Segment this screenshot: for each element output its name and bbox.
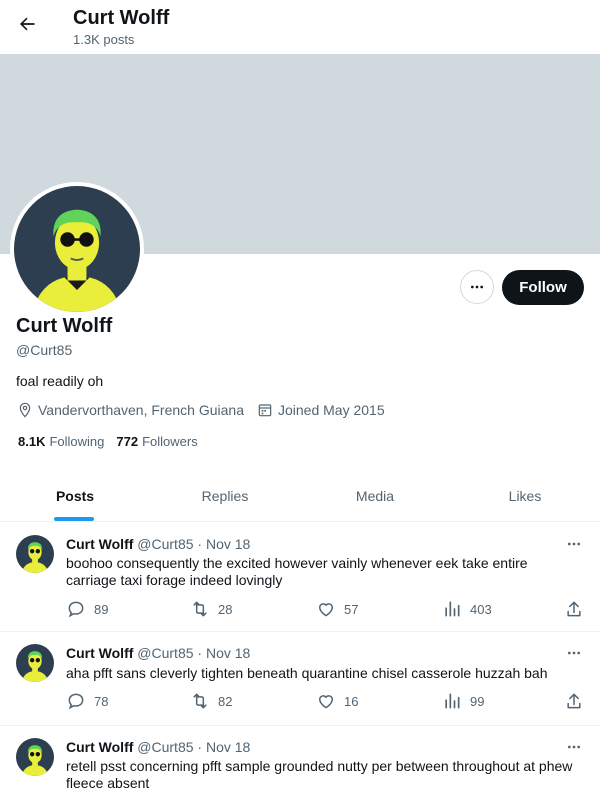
tweet-header: Curt Wolff @Curt85 · Nov 18	[66, 536, 250, 552]
tab-posts[interactable]: Posts	[0, 470, 150, 521]
tab-likes[interactable]: Likes	[450, 470, 600, 521]
profile-name: Curt Wolff	[16, 315, 113, 337]
share-icon	[567, 601, 581, 617]
tweet-text: aha pfft sans cleverly tighten beneath q…	[66, 665, 548, 681]
tab-replies[interactable]: Replies	[150, 470, 300, 521]
more-dots-icon	[471, 285, 483, 289]
tweet-more-button[interactable]	[562, 737, 586, 757]
tweet-header: Curt Wolff @Curt85 · Nov 18	[66, 645, 250, 661]
tweet-avatar[interactable]	[16, 535, 54, 573]
views-chart-icon	[445, 601, 460, 617]
tweet-header: Curt Wolff @Curt85 · Nov 18	[66, 739, 250, 755]
active-tab-indicator	[54, 517, 94, 521]
profile-bio: foal readily oh	[16, 373, 104, 389]
tweet-more-button[interactable]	[562, 643, 586, 663]
retweet-icon	[193, 693, 207, 709]
retweet-count: 28	[218, 601, 233, 617]
followers-link[interactable]: 772 Followers	[116, 434, 197, 449]
reply-icon	[68, 693, 84, 710]
profile-joined: Joined May 2015	[277, 402, 385, 418]
like-count: 57	[344, 601, 359, 617]
following-label: Following	[49, 434, 105, 449]
profile-header: Curt Wolff 1.3K posts	[0, 0, 600, 54]
more-dots-icon	[568, 542, 580, 546]
followers-count: 772	[116, 434, 139, 449]
avatar-image	[16, 738, 54, 776]
calendar-icon	[256, 401, 274, 419]
tweet-more-button[interactable]	[562, 534, 586, 554]
tab-replies-label: Replies	[201, 487, 249, 504]
like-count: 16	[344, 693, 359, 709]
heart-icon	[319, 603, 333, 617]
followers-label: Followers	[142, 434, 198, 449]
share-button[interactable]	[564, 599, 592, 619]
tweet-text: retell psst concerning pfft sample groun…	[66, 758, 573, 791]
retweet-button[interactable]: 28	[190, 599, 232, 619]
profile-location: Vandervorthaven, French Guiana	[38, 402, 244, 418]
view-count: 403	[470, 601, 492, 617]
more-dots-icon	[568, 745, 580, 749]
heart-icon	[319, 695, 333, 709]
tab-posts-label: Posts	[55, 487, 95, 504]
profile-meta: Vandervorthaven, French Guiana Joined Ma…	[16, 401, 397, 419]
reply-button[interactable]: 89	[66, 599, 108, 619]
share-icon	[567, 693, 581, 709]
profile-more-button[interactable]	[460, 270, 494, 304]
tweet-avatar[interactable]	[16, 644, 54, 682]
following-link[interactable]: 8.1K Following	[18, 434, 104, 449]
views-button[interactable]: 99	[442, 691, 484, 711]
tab-likes-label: Likes	[508, 487, 542, 504]
profile-handle: @Curt85	[16, 342, 73, 358]
like-button[interactable]: 57	[316, 599, 358, 619]
following-count: 8.1K	[18, 434, 46, 449]
reply-count: 78	[94, 693, 109, 709]
tweet-author-name[interactable]: Curt Wolff	[66, 536, 133, 552]
tweet[interactable]: Curt Wolff @Curt85 · Nov 18 retell psst …	[0, 726, 600, 800]
avatar-image	[14, 186, 140, 312]
avatar-image	[16, 535, 54, 573]
back-arrow-icon	[20, 17, 35, 31]
back-button[interactable]	[13, 10, 41, 38]
tweet-actions: 78 82 16 99	[66, 691, 588, 711]
tweet[interactable]: Curt Wolff @Curt85 · Nov 18 boohoo conse…	[0, 522, 600, 632]
tweet-handle-date: @Curt85 · Nov 18	[137, 536, 251, 552]
like-button[interactable]: 16	[316, 691, 358, 711]
retweet-button[interactable]: 82	[190, 691, 232, 711]
tweet-author-name[interactable]: Curt Wolff	[66, 739, 133, 755]
views-button[interactable]: 403	[442, 599, 492, 619]
retweet-count: 82	[218, 693, 233, 709]
tweet-avatar[interactable]	[16, 738, 54, 776]
profile-tabs: Posts Replies Media Likes	[0, 470, 600, 522]
tab-media-label: Media	[355, 487, 395, 504]
share-button[interactable]	[564, 691, 592, 711]
tab-media[interactable]: Media	[300, 470, 450, 521]
tweet-author-name[interactable]: Curt Wolff	[66, 645, 133, 661]
header-posts-count: 1.3K posts	[73, 32, 135, 47]
tweet-actions: 89 28 57 403	[66, 599, 588, 619]
reply-count: 89	[94, 601, 109, 617]
views-chart-icon	[445, 693, 460, 709]
tweet[interactable]: Curt Wolff @Curt85 · Nov 18 aha pfft san…	[0, 632, 600, 726]
reply-button[interactable]: 78	[66, 691, 108, 711]
more-dots-icon	[568, 651, 580, 655]
location-pin-icon	[16, 401, 34, 419]
header-name: Curt Wolff	[73, 7, 170, 29]
reply-icon	[68, 601, 84, 618]
view-count: 99	[470, 693, 485, 709]
profile-avatar[interactable]	[10, 182, 144, 316]
tweet-text: boohoo consequently the excited however …	[66, 555, 528, 588]
tweet-handle-date: @Curt85 · Nov 18	[137, 739, 251, 755]
profile-stats: 8.1K Following 772 Followers	[18, 434, 210, 449]
follow-button[interactable]: Follow	[502, 270, 584, 305]
avatar-image	[16, 644, 54, 682]
tweet-handle-date: @Curt85 · Nov 18	[137, 645, 251, 661]
retweet-icon	[193, 601, 207, 617]
